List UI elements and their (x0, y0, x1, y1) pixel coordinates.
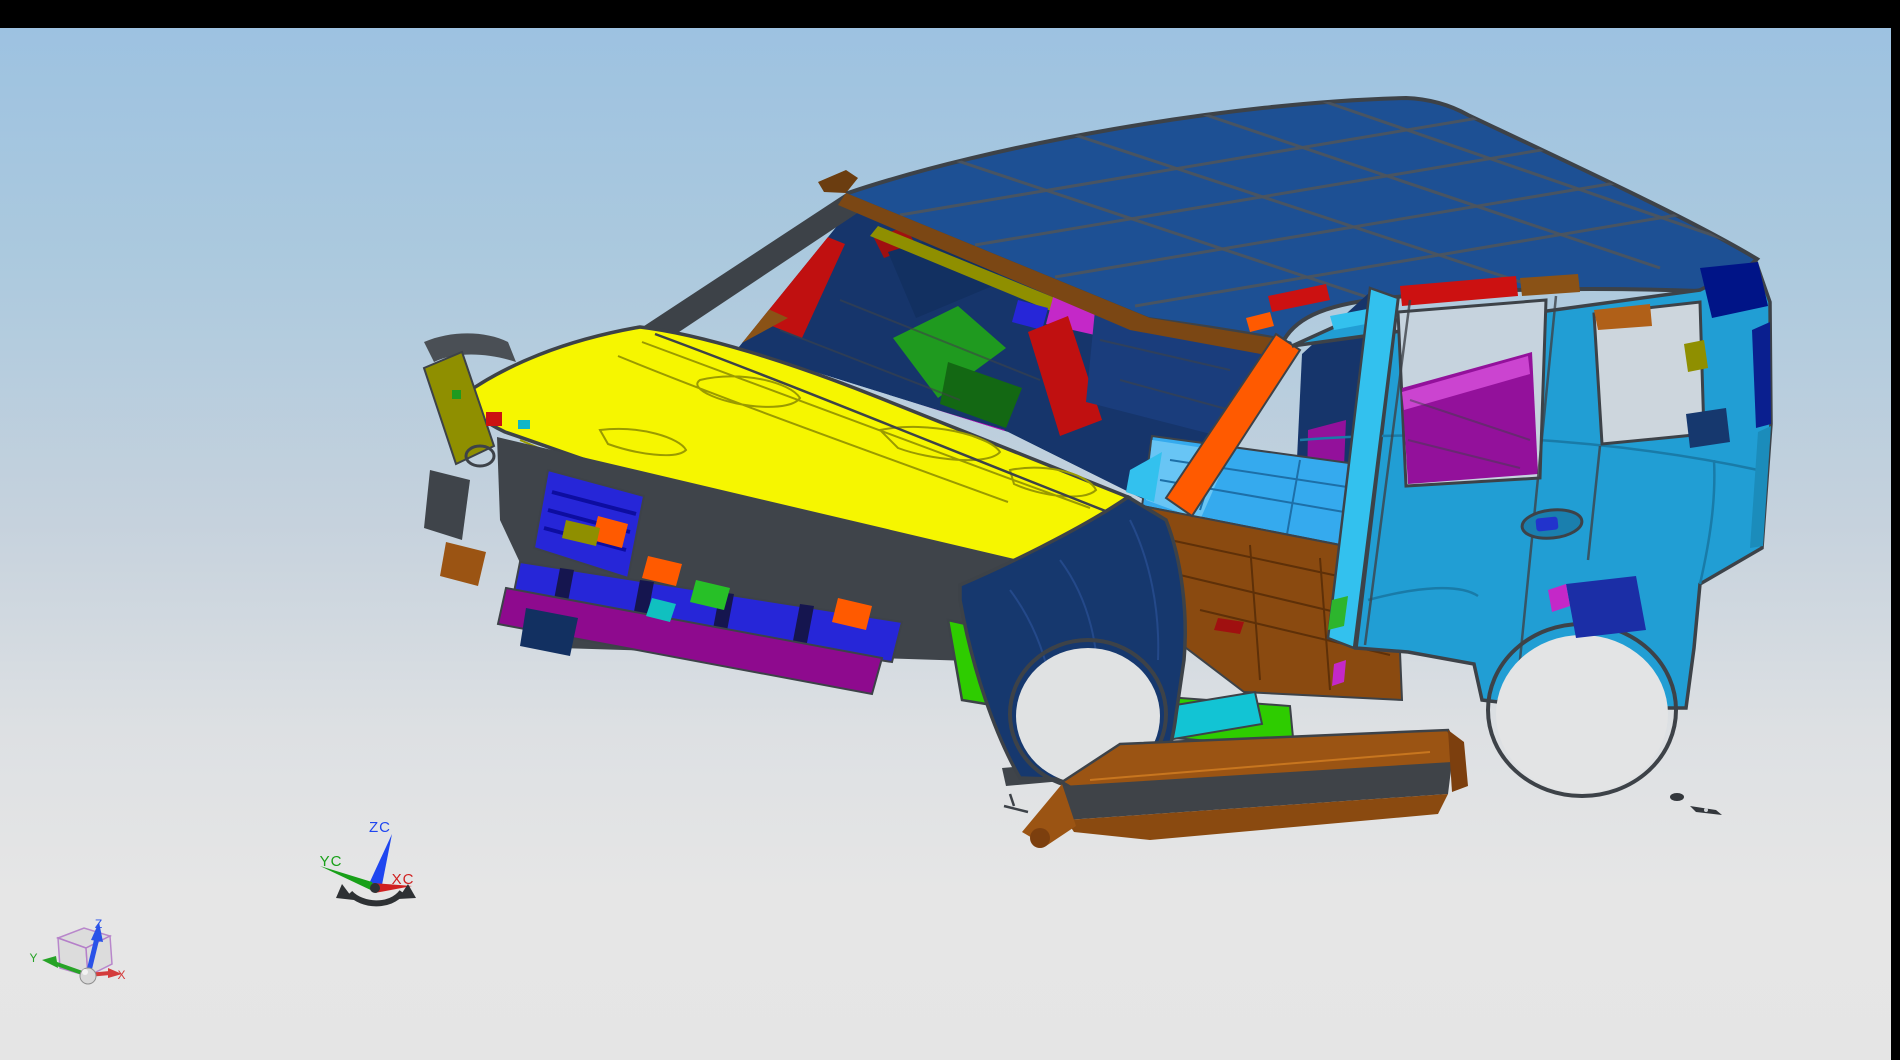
wcs-y-axis-handle[interactable] (320, 866, 377, 893)
sill-left-cap (1030, 828, 1050, 848)
wcs-y-label: YC (320, 853, 343, 870)
fender-green-bit[interactable] (452, 390, 461, 399)
wcs-z-axis-handle[interactable] (368, 834, 392, 890)
cad-viewport-canvas[interactable]: ZC YC XC Z Y X (0, 0, 1900, 1060)
quarter-navy-ledge[interactable] (1686, 408, 1730, 448)
abs-y-label: Y (29, 951, 38, 965)
window-right-bar (1891, 0, 1900, 1060)
abs-x-label: X (117, 968, 126, 982)
abs-origin-sphere-highlight (82, 969, 88, 975)
wcs-rotate-handle[interactable] (350, 892, 402, 903)
fender-teal-bit[interactable] (518, 420, 530, 429)
fender-lip-gray[interactable] (424, 333, 516, 362)
sill-right-cap[interactable] (1448, 730, 1468, 792)
debris-bolt[interactable] (1670, 793, 1684, 801)
cad-application-window: ZC YC XC Z Y X (0, 0, 1900, 1060)
quarter-olive-bracket[interactable] (1684, 340, 1708, 372)
wcs-x-label: XC (392, 871, 415, 888)
debris-strip-hole (1704, 808, 1708, 812)
abs-y-arrowhead (42, 956, 58, 968)
front-left-bracket[interactable] (424, 470, 470, 540)
wcs-triad[interactable]: ZC YC XC (320, 819, 416, 903)
fascia-copper-bit[interactable] (440, 542, 486, 586)
sill-tip-wires (1004, 794, 1028, 812)
abs-origin-sphere[interactable] (80, 968, 96, 984)
door-handle-glyph (1535, 516, 1558, 531)
debris-parts[interactable] (1670, 793, 1722, 815)
abs-z-label: Z (95, 917, 103, 931)
wcs-z-label: ZC (369, 819, 391, 836)
car-model[interactable] (424, 98, 1771, 848)
wcs-origin-handle[interactable] (370, 883, 380, 893)
rear-wheel-arch-opening (1496, 635, 1668, 793)
wheelhouse-inner-navy[interactable] (1566, 576, 1646, 638)
window-top-bar (0, 0, 1900, 28)
fender-red-bit[interactable] (486, 412, 502, 426)
absolute-csys-triad[interactable]: Z Y X (29, 917, 126, 984)
